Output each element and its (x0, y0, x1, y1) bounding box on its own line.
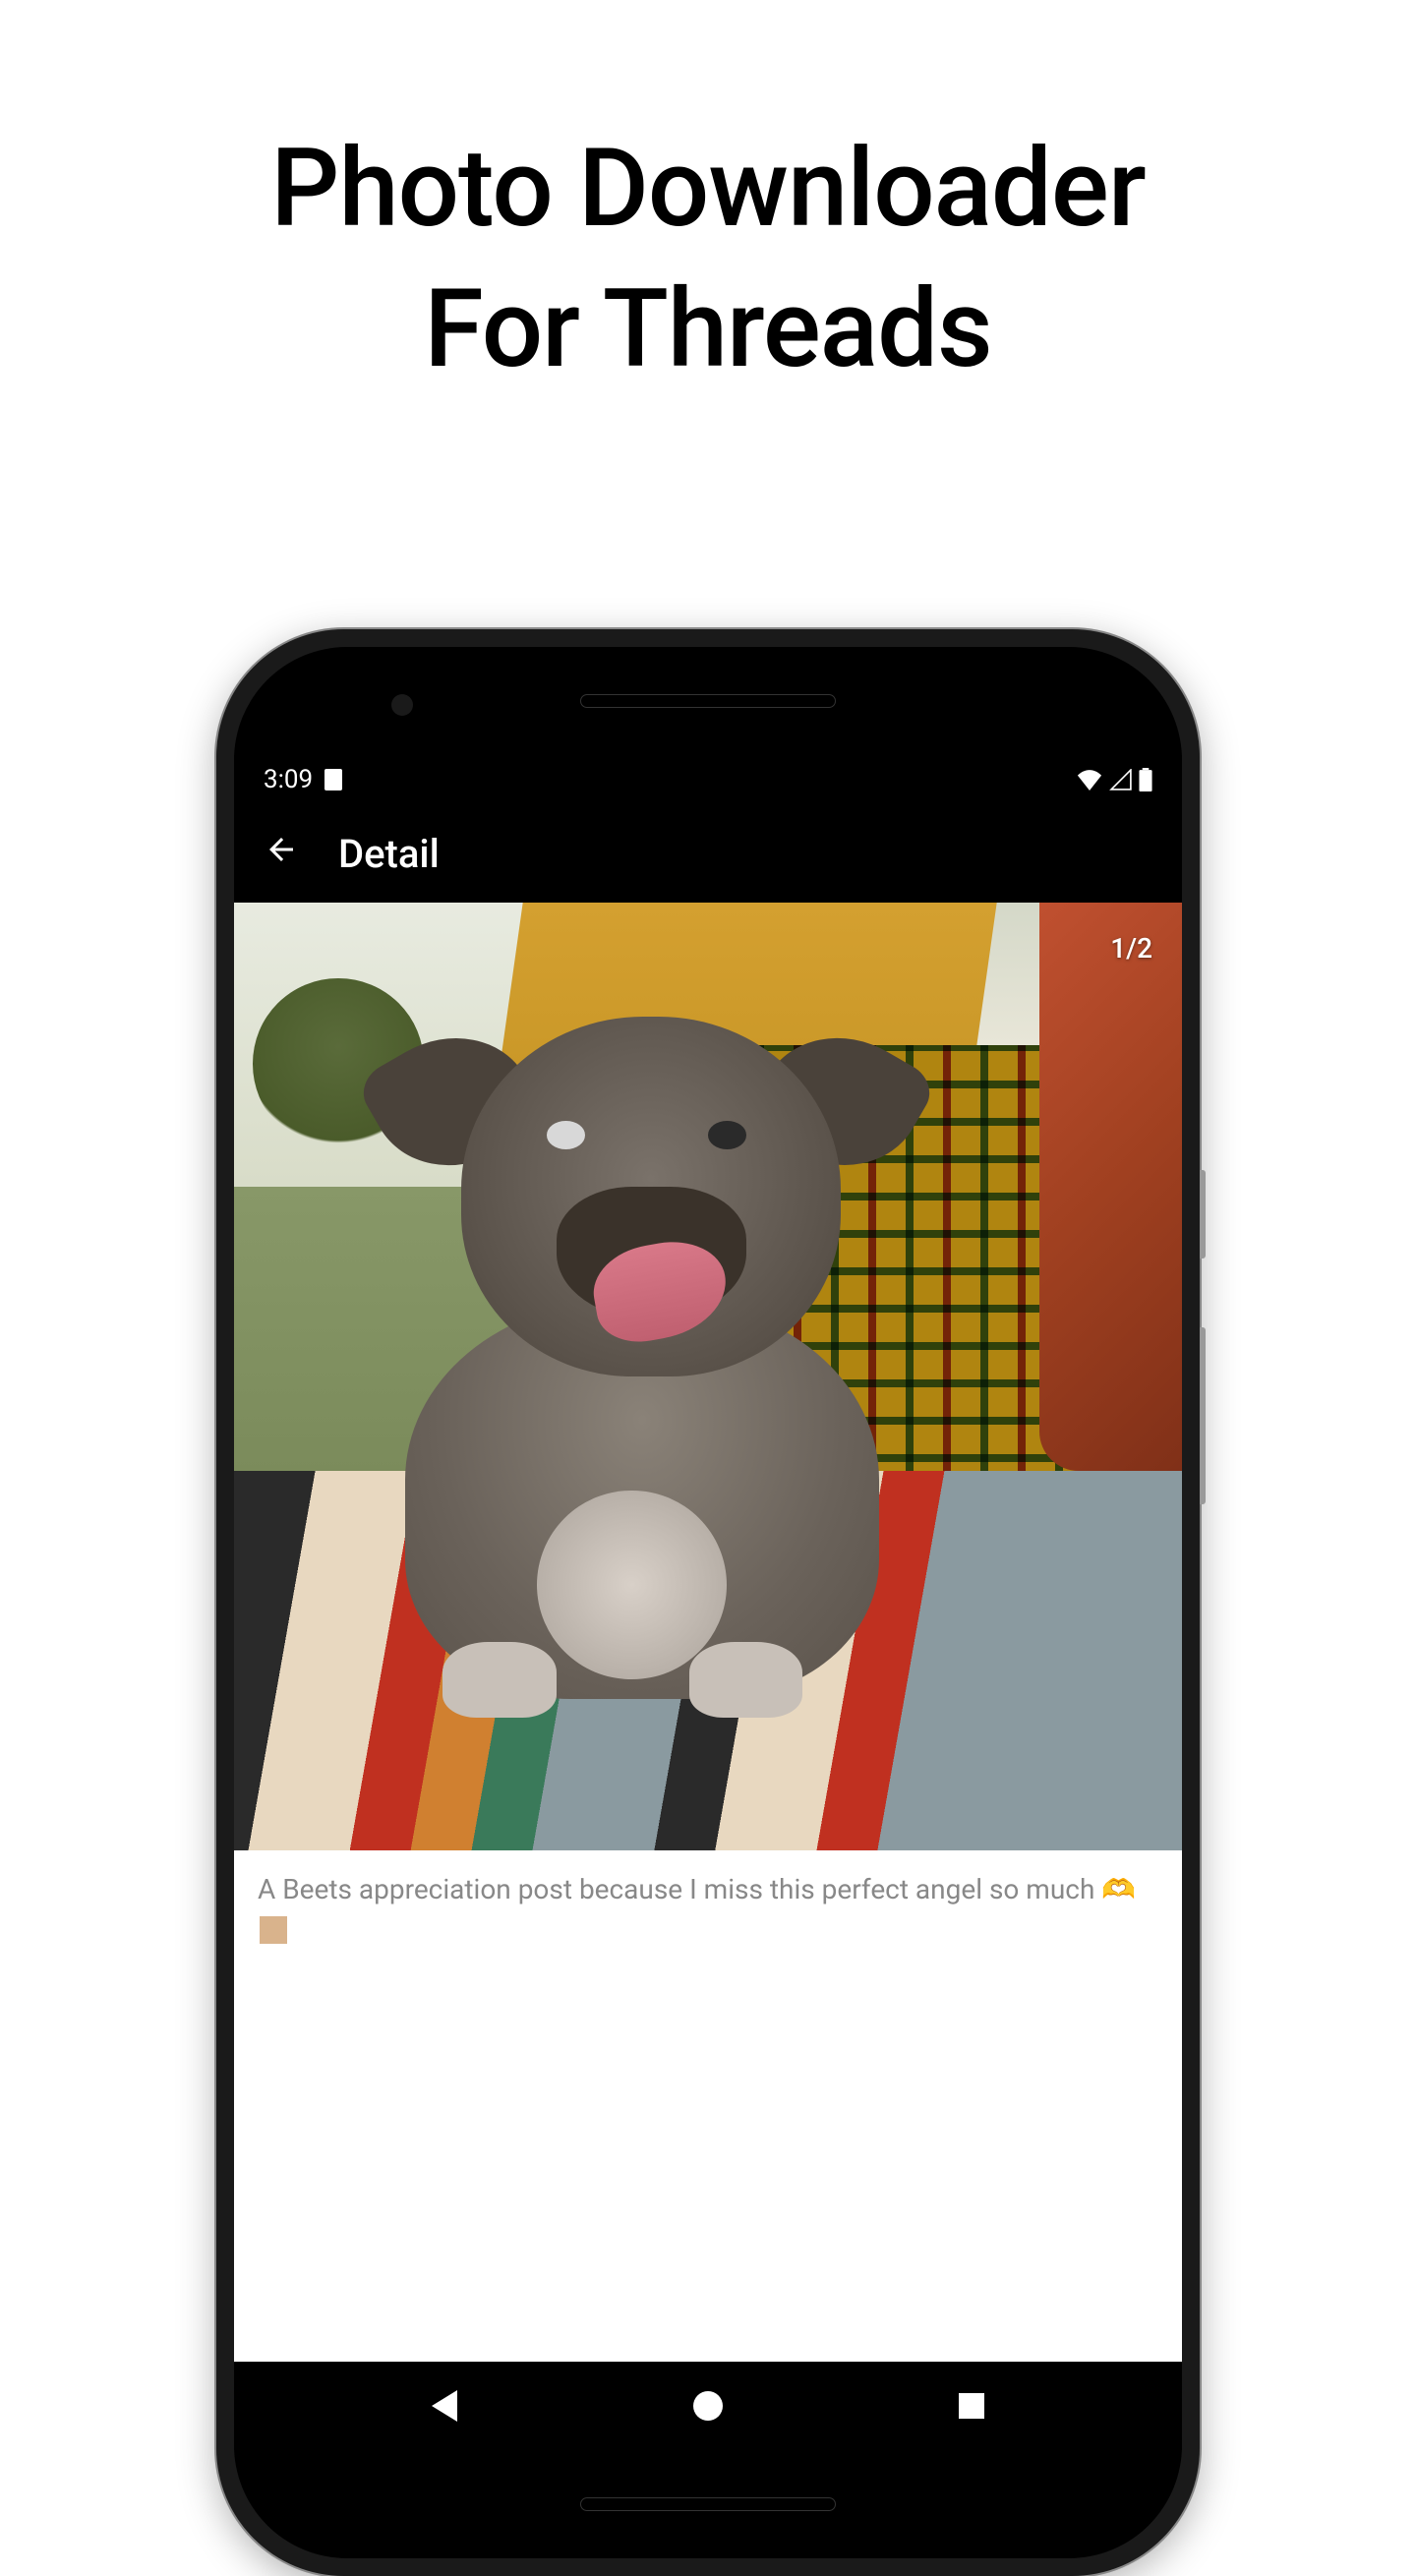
status-time: 3:09 (264, 765, 313, 794)
phone-power-button (1200, 1170, 1206, 1259)
phone-screen: 3:09 (234, 755, 1182, 2450)
nav-recent-button[interactable] (942, 2376, 1001, 2435)
wifi-icon (1076, 769, 1103, 790)
android-nav-bar (234, 2362, 1182, 2450)
phone-speaker-top (580, 694, 836, 708)
battery-icon (1139, 768, 1152, 791)
nav-home-button[interactable] (678, 2376, 738, 2435)
back-button[interactable] (264, 831, 299, 877)
emoji-skin-tone (260, 1916, 287, 1944)
post-caption: A Beets appreciation post because I miss… (234, 1850, 1182, 1966)
header-title: Detail (338, 831, 440, 877)
content-area: 1/2 A Beets appreciation post because I … (234, 903, 1182, 2362)
signal-icon (1109, 769, 1133, 790)
phone-camera (391, 694, 413, 716)
post-image[interactable]: 1/2 (234, 903, 1182, 1850)
image-counter: 1/2 (1110, 932, 1152, 965)
phone-mockup: 3:09 (216, 629, 1200, 2576)
phone-speaker-bottom (580, 2497, 836, 2511)
app-header: Detail (234, 804, 1182, 903)
promo-title-line2: For Threads (39, 259, 1377, 399)
promo-title-line1: Photo Downloader (39, 118, 1377, 259)
nav-back-button[interactable] (415, 2376, 474, 2435)
status-bar: 3:09 (234, 755, 1182, 804)
sd-card-icon (324, 769, 342, 790)
phone-volume-button (1200, 1327, 1206, 1504)
promo-title: Photo Downloader For Threads (0, 0, 1416, 399)
